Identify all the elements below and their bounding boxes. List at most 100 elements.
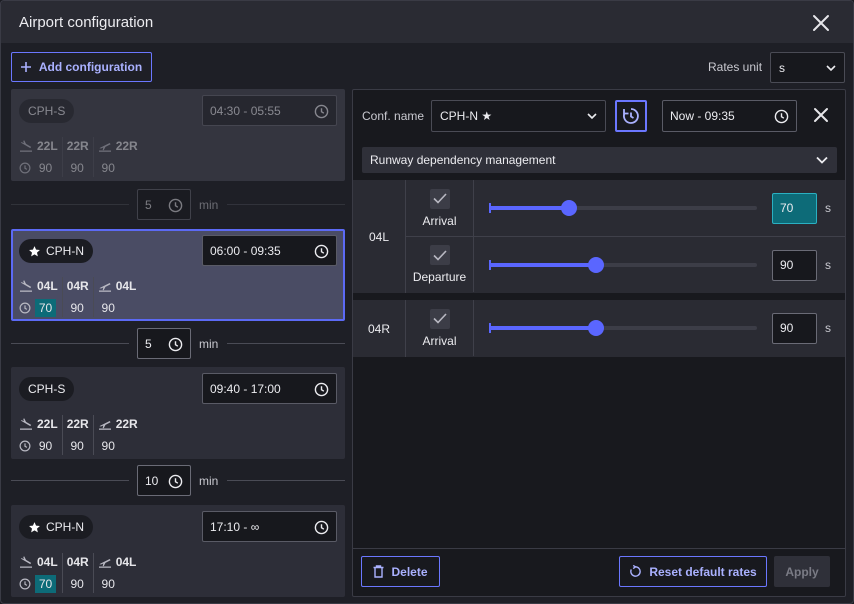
add-configuration-label: Add configuration	[38, 60, 143, 74]
runway-header: 04L	[98, 277, 137, 295]
reset-default-rates-button[interactable]: Reset default rates	[619, 556, 767, 587]
configuration-card[interactable]: CPH-S 09:40 - 17:00 22L 90 22R 90 22R 90	[11, 367, 345, 459]
runway-rate: 70	[35, 299, 56, 317]
rate-unit-label: s	[825, 201, 831, 215]
runway-header: 22R	[67, 137, 89, 155]
title-bar: Airport configuration	[1, 1, 853, 43]
clock-icon	[168, 474, 183, 492]
rate-slider[interactable]	[489, 200, 757, 216]
gap-minutes-value: 5	[145, 336, 152, 351]
slider-fill	[489, 326, 597, 330]
runway-rates: 22L 90 22R 90 22R 90	[19, 415, 146, 455]
runway-id: 22R	[66, 139, 89, 153]
rate-input[interactable]: 90	[772, 312, 817, 344]
operation-row: Arrival 70 s	[406, 180, 845, 236]
gap-minutes-input[interactable]: 5	[137, 328, 191, 359]
configuration-name-pill: CPH-N	[19, 515, 93, 539]
rate-slider[interactable]	[489, 257, 757, 273]
gap-minutes-input[interactable]: 5	[137, 189, 191, 220]
clock-icon	[19, 440, 31, 452]
clock-refresh-icon	[623, 108, 639, 124]
time-range-input[interactable]: 06:00 - 09:35	[202, 235, 337, 266]
runway-rate-row: 90	[98, 437, 138, 455]
time-range-input[interactable]: 09:40 - 17:00	[202, 373, 337, 404]
rate-input[interactable]: 70	[772, 192, 817, 224]
operation-checkbox[interactable]	[429, 245, 450, 265]
gap-minutes-value: 5	[145, 197, 152, 212]
configuration-timeline: CPH-S 04:30 - 05:55 22L 90 22R 90 22R 90 CPH-N 06…	[11, 89, 345, 597]
chevron-down-icon	[587, 113, 597, 120]
refresh-button[interactable]	[615, 100, 647, 132]
apply-button[interactable]: Apply	[774, 556, 830, 587]
configuration-card[interactable]: CPH-N 17:10 - ∞ 04L 70 04R 90 04L 90	[11, 505, 345, 597]
divider	[11, 343, 129, 344]
runway-rate-row: 90	[19, 437, 58, 455]
time-range-input[interactable]: 04:30 - 05:55	[202, 95, 337, 126]
rates-unit-select[interactable]: s	[770, 52, 845, 83]
runway-rate-row: 90	[98, 575, 137, 593]
runway-id: 22L	[37, 139, 58, 153]
editor-time-input[interactable]: Now - 09:35	[662, 100, 797, 132]
runway-column: 04R 90	[67, 277, 94, 317]
gap-unit-label: min	[199, 337, 219, 351]
runway-group: 04R Arrival 90 s	[353, 300, 845, 357]
runway-header: 04L	[19, 553, 58, 571]
delete-button[interactable]: Delete	[361, 556, 440, 587]
operation-checkbox[interactable]	[429, 308, 450, 329]
configuration-name: CPH-S	[28, 382, 66, 396]
runway-id: 04L	[37, 279, 58, 293]
close-dialog-icon[interactable]	[811, 13, 831, 33]
add-configuration-button[interactable]: Add configuration	[11, 52, 152, 82]
time-range-value: 06:00 - 09:35	[210, 243, 281, 258]
runway-rate-row: 90	[67, 437, 89, 455]
conf-name-select[interactable]: CPH-N ★	[431, 100, 606, 132]
chevron-down-icon	[816, 156, 828, 164]
operation-row: Arrival 90 s	[406, 300, 845, 356]
gap-minutes-value: 10	[145, 473, 159, 488]
runway-column: 04L 70	[19, 277, 63, 317]
operation-toggle: Departure	[406, 237, 474, 292]
runway-rate-row: 90	[67, 159, 89, 177]
configuration-name-pill: CPH-S	[19, 377, 75, 401]
runway-rate-row: 90	[19, 159, 58, 177]
gap-minutes-input[interactable]: 10	[137, 465, 191, 496]
runway-dependency-dropdown[interactable]: Runway dependency management	[362, 147, 837, 173]
configuration-editor: Conf. name CPH-N ★ Now - 09:35 Runway de…	[352, 89, 846, 597]
configuration-name: CPH-S	[28, 104, 66, 118]
configuration-card[interactable]: CPH-N 06:00 - 09:35 04L 70 04R 90 04L 90	[11, 229, 345, 321]
runway-header: 04R	[67, 553, 89, 571]
rate-slider[interactable]	[489, 320, 757, 336]
star-icon	[28, 245, 41, 258]
rate-unit-label: s	[825, 321, 831, 335]
arrival-icon	[19, 280, 33, 292]
plus-icon	[20, 62, 31, 72]
runway-rate: 90	[38, 439, 53, 453]
runway-column: 22R 90	[98, 137, 142, 177]
runway-rate-row: 90	[98, 299, 137, 317]
slider-thumb[interactable]	[588, 320, 605, 336]
runway-rate: 90	[101, 577, 115, 591]
departure-icon	[98, 418, 112, 430]
time-range-input[interactable]: 17:10 - ∞	[202, 511, 337, 542]
runway-column: 22R 90	[98, 415, 142, 455]
gap-unit-label: min	[199, 474, 219, 488]
check-icon	[432, 193, 447, 204]
runway-header: 04L	[98, 553, 136, 571]
clock-icon	[314, 520, 329, 538]
runway-header: 22R	[98, 137, 138, 155]
close-editor-icon[interactable]	[812, 106, 832, 126]
chevron-down-icon	[826, 64, 836, 71]
runway-id: 04L	[115, 279, 137, 293]
operation-checkbox[interactable]	[429, 188, 450, 209]
rate-input[interactable]: 90	[772, 249, 817, 281]
runway-rate: 90	[70, 577, 84, 591]
runway-rate: 90	[70, 161, 84, 175]
runway-rate-row: 70	[19, 575, 58, 593]
slider-fill	[489, 206, 570, 210]
operation-label: Arrival	[422, 333, 457, 348]
rates-unit-label: Rates unit	[708, 60, 763, 74]
slider-thumb[interactable]	[588, 257, 605, 273]
configuration-name-pill: CPH-S	[19, 99, 75, 123]
configuration-card[interactable]: CPH-S 04:30 - 05:55 22L 90 22R 90 22R 90	[11, 89, 345, 181]
slider-thumb[interactable]	[561, 200, 578, 216]
